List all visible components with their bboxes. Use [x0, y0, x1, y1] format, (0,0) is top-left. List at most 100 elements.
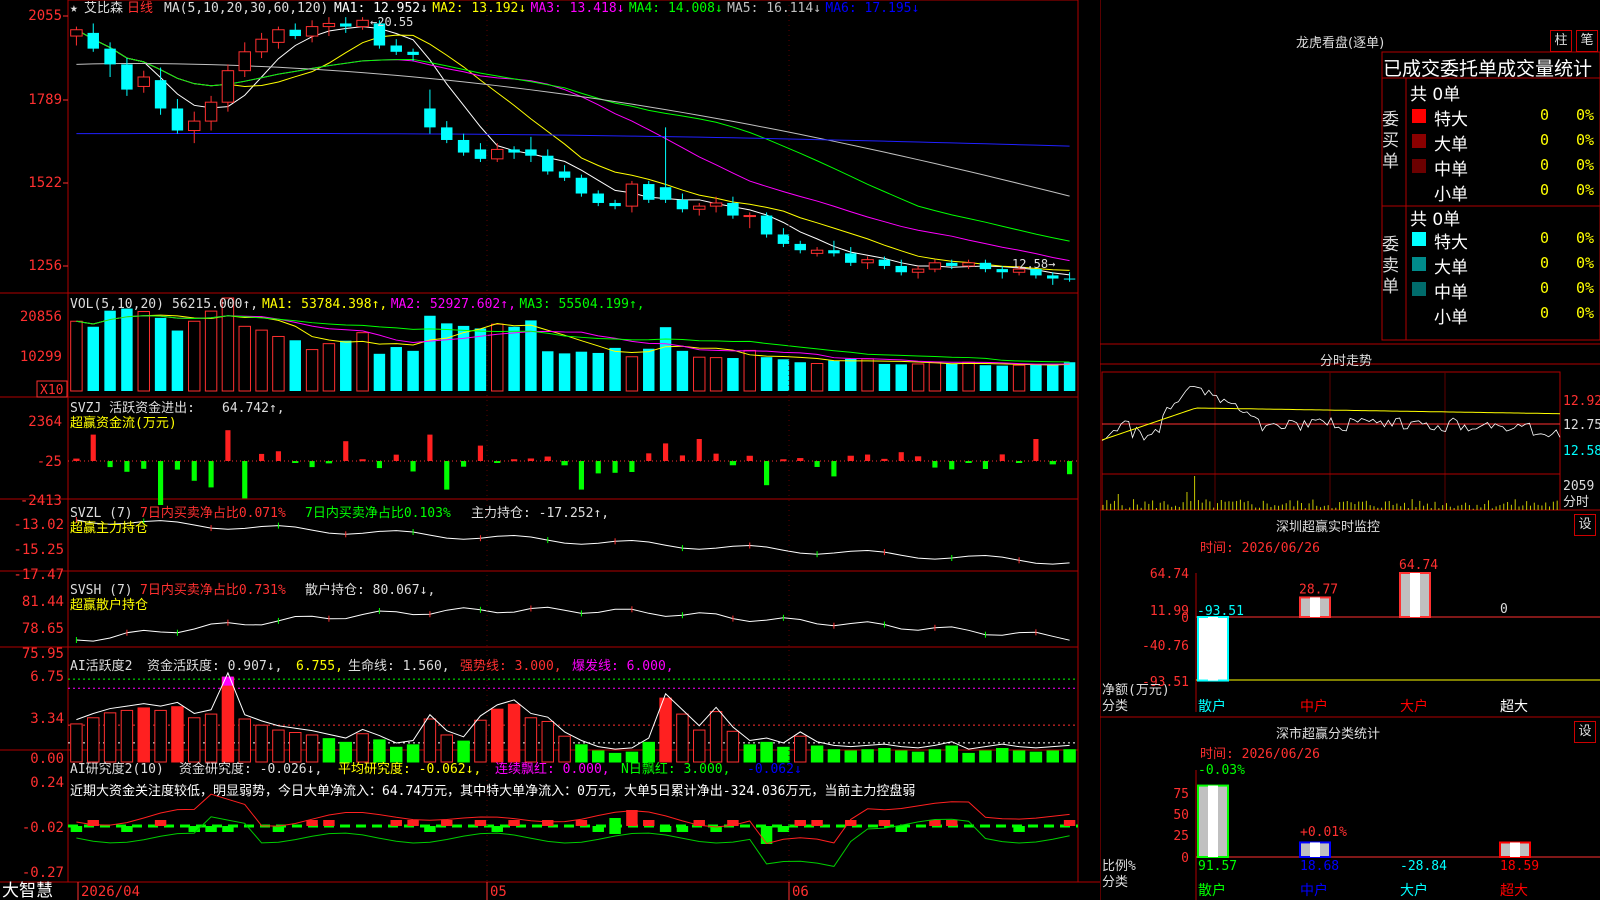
candle-body — [895, 265, 907, 273]
research-bar — [508, 820, 520, 826]
activity-bar — [423, 718, 437, 763]
volume-bar — [659, 327, 672, 391]
main-ytick-label: 2055 — [28, 8, 62, 24]
kline-chart-area[interactable]: 2055 1789 1522 1256 ←20.55 12.58→ ★ 艾比森 日线 MA(5,1… — [0, 0, 1100, 900]
svzl-subtitle: 超赢主力持仓 — [70, 520, 148, 536]
candle-body — [491, 148, 504, 160]
monitor-settings-button[interactable]: 设 — [1574, 514, 1596, 536]
buy-row-name: 大单 — [1434, 135, 1468, 155]
vol-unit-label: X10 — [40, 383, 63, 398]
monitor-value-label: 0 — [1500, 602, 1508, 617]
fund-flow-bar — [663, 443, 669, 461]
activity-bar — [592, 750, 605, 763]
vol-ma1-value: MA1: 53784.398↑, — [262, 297, 387, 312]
sell-row-pct: 0% — [1576, 304, 1595, 322]
classify-category-label: 超大 — [1500, 883, 1528, 899]
buy-row-name: 中单 — [1434, 160, 1468, 180]
fund-flow-bar — [275, 451, 281, 461]
vol-ma3-value: MA3: 55504.199↑, — [519, 297, 644, 312]
activity-bar — [440, 734, 453, 763]
classify-settings-button[interactable]: 设 — [1574, 721, 1596, 743]
fund-flow-bar — [1033, 439, 1039, 461]
research-bar — [306, 820, 318, 826]
candle-body — [238, 51, 251, 72]
volume-bar — [693, 356, 706, 392]
activity-bar — [103, 712, 117, 763]
research-bar — [609, 818, 621, 834]
candle-body — [542, 155, 554, 172]
activity-bar — [457, 740, 470, 763]
activity-bar — [272, 729, 285, 763]
svzj-ytick-label: -25 — [37, 454, 62, 470]
tick-mode-button[interactable]: 笔 — [1576, 30, 1598, 52]
activity-bar — [642, 741, 655, 763]
monitor-ylabel: 净额(万元) — [1102, 683, 1170, 698]
bar-mode-button[interactable]: 柱 — [1550, 30, 1572, 52]
activity-bar — [726, 730, 740, 763]
monitor-time: 时间: 2026/06/26 — [1200, 541, 1320, 556]
candle-body — [137, 76, 150, 87]
svzj-ytick-label: 2364 — [28, 414, 62, 430]
monitor-bar-highlight — [1208, 617, 1218, 681]
activity-bar — [305, 734, 319, 763]
fund-flow-bar — [124, 461, 130, 472]
activity-bar — [861, 749, 874, 763]
svzl-title: SVZL (7) — [70, 506, 133, 521]
research-bar — [474, 820, 487, 826]
sell-row-pct: 0% — [1576, 229, 1595, 247]
intraday-vol-label: 2059 — [1563, 479, 1594, 494]
research-bar — [441, 820, 453, 826]
candle-body — [424, 108, 436, 128]
research-bar — [70, 826, 83, 832]
classify-ylabel: 比例% — [1102, 859, 1136, 874]
dragon-panel-title: 龙虎看盘(逐单) — [1296, 36, 1385, 51]
buy-row-pct: 0% — [1576, 106, 1595, 124]
activity-bar — [322, 738, 336, 763]
ma6-line — [76, 132, 1070, 147]
activity-bar — [827, 749, 841, 763]
sell-orders-label: 委卖单 — [1382, 235, 1399, 297]
fund-flow-bar — [865, 454, 871, 461]
fund-flow-bar — [1049, 461, 1056, 465]
buy-row-count: 0 — [1540, 106, 1550, 124]
monitor-value-label: -93.51 — [1197, 604, 1244, 619]
candle-body — [693, 205, 706, 210]
fund-flow-bar — [932, 461, 938, 468]
buy-total: 共 0单 — [1410, 85, 1461, 105]
ma2-line — [76, 29, 1070, 271]
svzj-value: 64.742↑, — [222, 401, 285, 416]
vol-ytick-label: 10299 — [20, 349, 62, 365]
fund-flow-bar — [259, 453, 265, 461]
sell-row-count: 0 — [1540, 279, 1550, 297]
brand-label: 大智慧 — [2, 881, 53, 900]
activity-bar — [996, 747, 1009, 763]
sell-swatch — [1412, 257, 1426, 271]
main-holding-line — [76, 519, 1070, 565]
dragon-tabs[interactable]: 已成交委托单成交量统计 — [1383, 54, 1592, 81]
candle-body — [911, 268, 925, 273]
chart-svg[interactable]: 2055 1789 1522 1256 ←20.55 12.58→ ★ 艾比森 日线 MA(5,1… — [0, 0, 1100, 900]
research-bar — [390, 820, 402, 826]
research-bar — [659, 826, 672, 832]
fund-flow-bar — [629, 461, 635, 472]
fund-flow-bar — [225, 430, 231, 461]
activity-bar — [356, 733, 369, 763]
activity-bar — [625, 751, 639, 763]
research-value: 资金研究度: -0.026↓, — [179, 761, 322, 777]
fund-flow-bar — [494, 461, 501, 463]
volume-bar — [70, 320, 83, 392]
buy-row-pct: 0% — [1576, 131, 1595, 149]
candle-body — [474, 149, 487, 159]
sell-row-name: 小单 — [1434, 308, 1468, 328]
candle-body — [390, 45, 402, 52]
activity-bar — [507, 703, 521, 763]
fund-flow-bar — [595, 461, 601, 474]
classify-ytick-label: 75 — [1173, 787, 1189, 802]
research-bar — [760, 826, 773, 844]
sell-swatch — [1412, 307, 1426, 321]
research-bar — [424, 826, 436, 832]
buy-orders-label: 委买单 — [1382, 110, 1399, 172]
volume-bar — [340, 340, 352, 391]
research-bar — [1063, 820, 1076, 826]
activity-bar — [945, 745, 958, 763]
